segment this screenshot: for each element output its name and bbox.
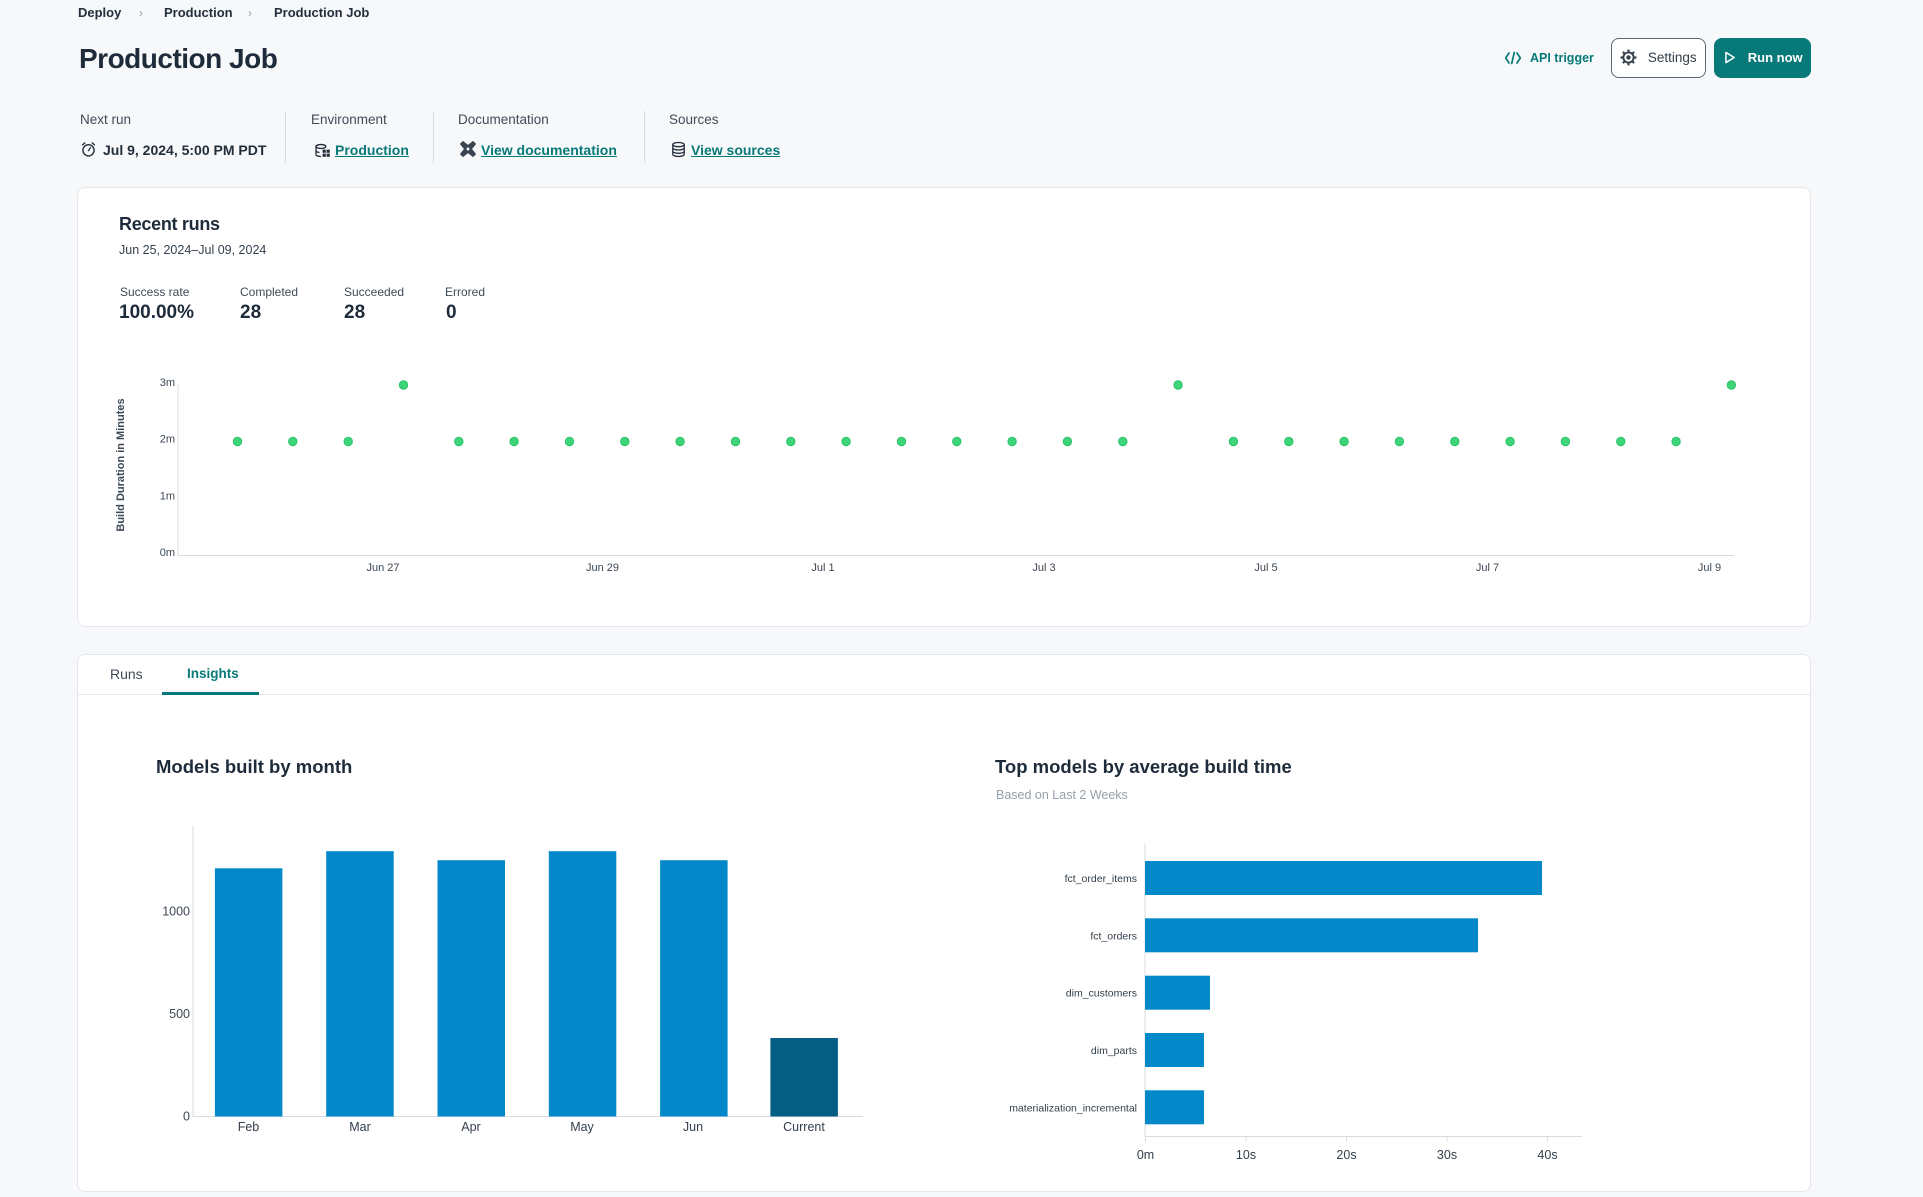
svg-text:0: 0 — [183, 1110, 190, 1124]
svg-text:Build Duration in Minutes: Build Duration in Minutes — [115, 398, 127, 531]
svg-text:Jul 5: Jul 5 — [1254, 562, 1277, 574]
svg-text:Jul 9: Jul 9 — [1698, 562, 1721, 574]
svg-text:Jul 3: Jul 3 — [1032, 562, 1055, 574]
svg-text:40s: 40s — [1537, 1148, 1557, 1162]
svg-text:Jul 7: Jul 7 — [1476, 562, 1499, 574]
svg-text:dim_parts: dim_parts — [1091, 1045, 1137, 1057]
svg-text:3m: 3m — [160, 377, 175, 389]
svg-text:Current: Current — [783, 1120, 825, 1134]
svg-text:Jul 1: Jul 1 — [811, 562, 834, 574]
svg-text:1m: 1m — [160, 490, 175, 502]
svg-text:Feb: Feb — [238, 1120, 260, 1134]
svg-text:2m: 2m — [160, 434, 175, 446]
svg-text:May: May — [570, 1120, 594, 1134]
svg-text:500: 500 — [169, 1007, 190, 1021]
svg-text:dim_customers: dim_customers — [1066, 988, 1137, 1000]
svg-text:Mar: Mar — [349, 1120, 371, 1134]
svg-text:materialization_incremental: materialization_incremental — [1009, 1102, 1137, 1114]
svg-text:0m: 0m — [1137, 1148, 1154, 1162]
svg-text:20s: 20s — [1336, 1148, 1356, 1162]
svg-text:Jun 29: Jun 29 — [586, 562, 619, 574]
svg-text:Apr: Apr — [461, 1120, 480, 1134]
svg-text:30s: 30s — [1437, 1148, 1457, 1162]
svg-text:1000: 1000 — [162, 905, 190, 919]
svg-text:10s: 10s — [1236, 1148, 1256, 1162]
svg-text:Jun 27: Jun 27 — [366, 562, 399, 574]
svg-text:fct_orders: fct_orders — [1090, 930, 1137, 942]
svg-text:0m: 0m — [160, 547, 175, 559]
svg-text:Jun: Jun — [683, 1120, 703, 1134]
svg-text:fct_order_items: fct_order_items — [1065, 873, 1137, 885]
